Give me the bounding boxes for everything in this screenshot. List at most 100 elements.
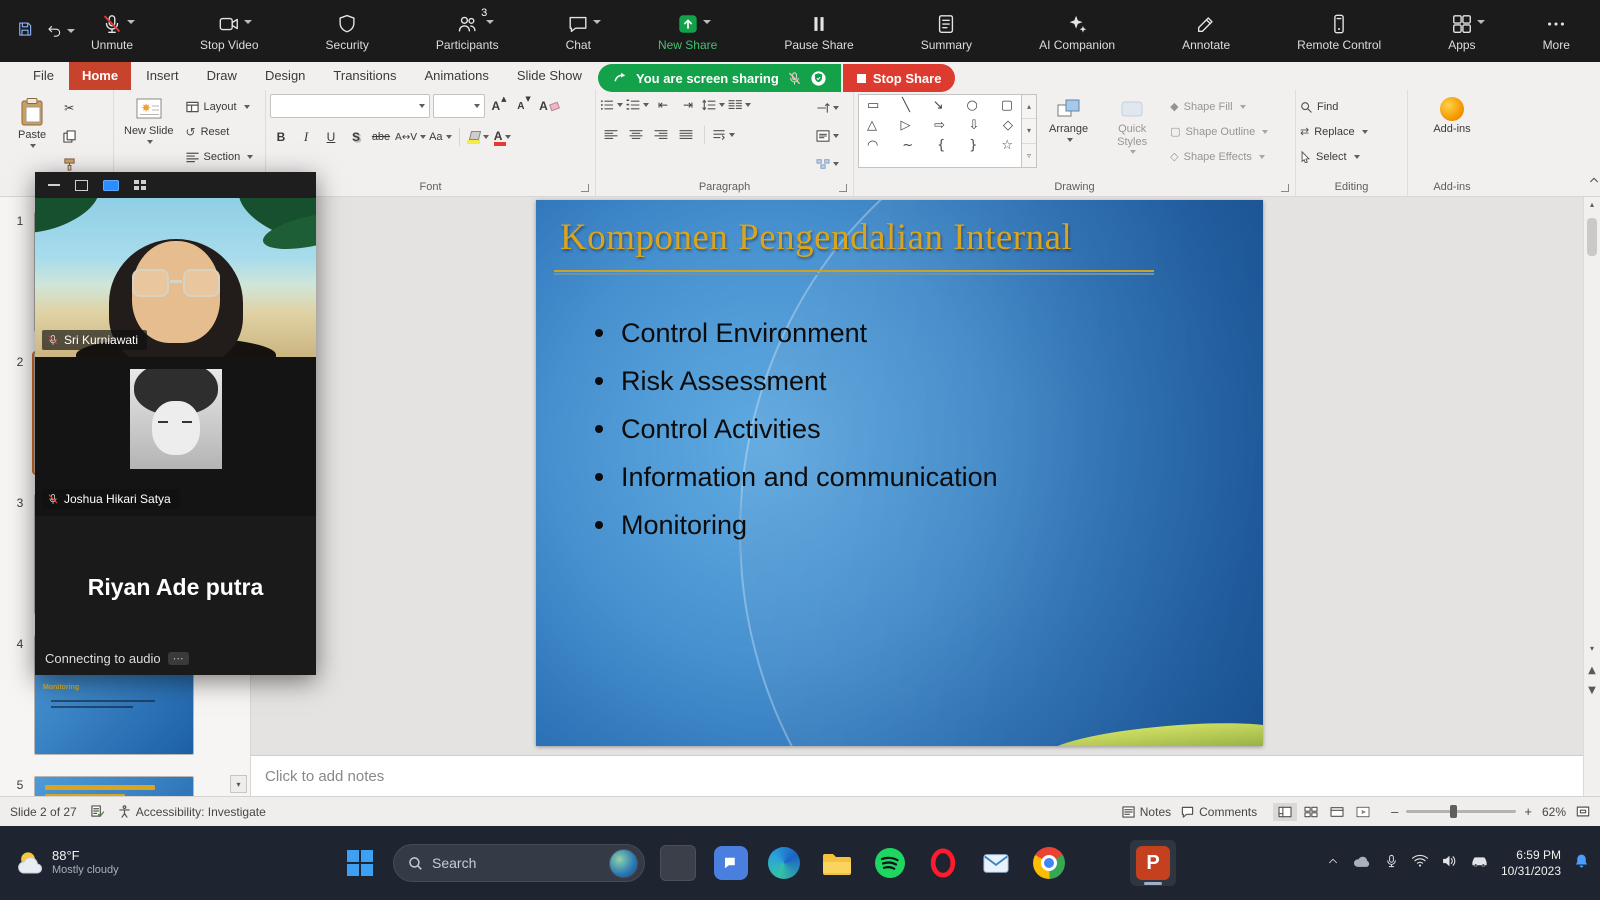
slide-sorter-view-button[interactable] <box>1299 803 1323 821</box>
bing-daily-image-icon[interactable] <box>609 848 638 878</box>
underline-button[interactable]: U <box>320 126 342 148</box>
chrome-button[interactable] <box>1029 843 1069 883</box>
fit-slide-to-window-button[interactable] <box>1576 805 1590 818</box>
text-shadow-button[interactable]: S <box>345 126 367 148</box>
chevron-down-icon[interactable] <box>702 19 711 24</box>
edge-button[interactable] <box>764 843 804 883</box>
find-button[interactable]: Find <box>1300 97 1403 116</box>
slide-number-indicator[interactable]: Slide 2 of 27 <box>10 805 77 819</box>
layout-button[interactable]: Layout <box>185 97 254 116</box>
next-slide-button[interactable]: ▼ <box>1584 682 1600 699</box>
annotate-button[interactable]: Annotate <box>1182 11 1230 52</box>
gallery-view-icon[interactable] <box>103 179 119 191</box>
decrease-indent-button[interactable]: ⇤ <box>652 94 674 116</box>
section-button[interactable]: Section <box>185 147 254 166</box>
participant-tile-3[interactable]: Riyan Ade putra Connecting to audio ⋯ <box>35 516 316 675</box>
slide-bullet-list[interactable]: Control Environment Risk Assessment Cont… <box>588 318 998 558</box>
slide-title[interactable]: Komponen Pengendalian Internal <box>560 216 1072 259</box>
zoom-panel-titlebar[interactable] <box>35 172 316 198</box>
new-slide-button[interactable]: New Slide <box>118 94 180 147</box>
font-color-button[interactable]: A <box>492 126 514 148</box>
paste-button[interactable]: Paste <box>12 94 52 151</box>
spell-check-button[interactable] <box>91 805 104 818</box>
tab-transitions[interactable]: Transitions <box>320 62 409 90</box>
volume-icon[interactable] <box>1441 853 1458 874</box>
file-explorer-button[interactable] <box>817 843 857 883</box>
zoom-in-button[interactable]: + <box>1524 804 1532 819</box>
tab-draw[interactable]: Draw <box>194 62 250 90</box>
chevron-down-icon[interactable] <box>1476 19 1485 24</box>
increase-indent-button[interactable]: ⇥ <box>677 94 699 116</box>
shapes-gallery[interactable]: ▭ ╲ ↘ ○ ▢ △ ▷ ⇨ ⇩ ◇ ◠ ~ {} ☆ <box>858 94 1022 168</box>
ai-companion-button[interactable]: AI Companion <box>1039 11 1115 52</box>
chat-button[interactable]: Chat <box>566 11 602 52</box>
undo-icon[interactable] <box>46 22 75 40</box>
previous-slide-button[interactable]: ▲ <box>1584 662 1600 679</box>
scrollbar-thumb[interactable] <box>1587 218 1597 256</box>
add-ins-button[interactable]: Add-ins <box>1427 94 1476 139</box>
change-case-button[interactable]: Aa <box>429 126 452 148</box>
apps-button[interactable]: Apps <box>1448 11 1485 52</box>
slideshow-view-button[interactable] <box>1351 803 1375 821</box>
align-text-button[interactable] <box>805 125 849 147</box>
weather-widget[interactable]: 88°F Mostly cloudy <box>12 826 119 900</box>
arrange-button[interactable]: Arrange <box>1043 94 1094 145</box>
chevron-down-icon[interactable] <box>127 19 136 24</box>
zoom-slider-handle[interactable] <box>1450 805 1458 818</box>
clear-formatting-button[interactable]: A <box>538 95 560 117</box>
powerpoint-taskbar-button[interactable]: P <box>1130 840 1176 886</box>
teams-chat-button[interactable] <box>711 843 751 883</box>
convert-to-smartart-button[interactable] <box>805 153 849 175</box>
bold-button[interactable]: B <box>270 126 292 148</box>
stop-share-button[interactable]: Stop Share <box>842 64 956 92</box>
vertical-scrollbar[interactable]: ▴ ▾ ▲ ▼ <box>1583 196 1600 796</box>
thumbnail-scroll-down-button[interactable]: ▾ <box>230 775 247 793</box>
paragraph-dialog-launcher[interactable] <box>839 184 847 192</box>
normal-view-button[interactable] <box>1273 802 1298 821</box>
reset-button[interactable]: ↺ Reset <box>186 122 254 141</box>
unmute-button[interactable]: Unmute <box>91 11 136 52</box>
video-tile-participant-1[interactable]: Sri Kurniawati <box>35 198 316 357</box>
comments-toggle-button[interactable]: Comments <box>1181 805 1257 819</box>
scroll-down-button[interactable]: ▾ <box>1584 640 1600 657</box>
shapes-scroll-down-button[interactable]: ▾ <box>1022 119 1036 144</box>
onedrive-cloud-icon[interactable] <box>1352 853 1372 874</box>
replace-button[interactable]: ⇄ Replace <box>1300 122 1403 141</box>
justify-button[interactable] <box>675 124 697 146</box>
chevron-down-icon[interactable] <box>244 19 253 24</box>
new-share-button[interactable]: New Share <box>658 11 717 52</box>
font-dialog-launcher[interactable] <box>581 184 589 192</box>
pinned-app-icon[interactable] <box>658 843 698 883</box>
notification-bell-icon[interactable] <box>1573 852 1590 875</box>
align-right-button[interactable] <box>650 124 672 146</box>
rotate-text-button[interactable] <box>805 97 849 119</box>
tab-home[interactable]: Home <box>68 62 132 90</box>
microphone-tray-icon[interactable] <box>1384 853 1399 874</box>
align-left-button[interactable] <box>600 124 622 146</box>
quick-styles-button[interactable]: Quick Styles <box>1100 94 1164 157</box>
spotify-button[interactable] <box>870 843 910 883</box>
video-tile-participant-2[interactable]: Joshua Hikari Satya <box>35 357 316 516</box>
tab-design[interactable]: Design <box>252 62 318 90</box>
collapse-ribbon-button[interactable] <box>1588 173 1600 191</box>
more-button[interactable]: More <box>1543 11 1570 52</box>
tab-file[interactable]: File <box>20 62 67 90</box>
summary-button[interactable]: Summary <box>921 11 972 52</box>
shapes-more-button[interactable]: ▿ <box>1022 144 1036 167</box>
taskbar-search-box[interactable]: Search <box>393 844 645 882</box>
tab-insert[interactable]: Insert <box>133 62 192 90</box>
reading-view-button[interactable] <box>1325 803 1349 821</box>
mail-button[interactable] <box>976 843 1016 883</box>
shape-fill-button[interactable]: ◆ Shape Fill <box>1170 97 1280 116</box>
start-button[interactable] <box>340 843 380 883</box>
grid-view-icon[interactable] <box>134 180 146 190</box>
copy-button[interactable] <box>58 125 80 147</box>
opera-button[interactable] <box>923 843 963 883</box>
line-spacing-button[interactable] <box>702 94 725 116</box>
increase-font-size-button[interactable]: A ▲ <box>488 95 510 117</box>
columns-button[interactable] <box>728 94 751 116</box>
security-button[interactable]: Security <box>326 11 369 52</box>
text-direction-button[interactable] <box>712 124 735 146</box>
scroll-up-button[interactable]: ▴ <box>1584 196 1600 213</box>
tray-overflow-button[interactable] <box>1326 854 1340 873</box>
